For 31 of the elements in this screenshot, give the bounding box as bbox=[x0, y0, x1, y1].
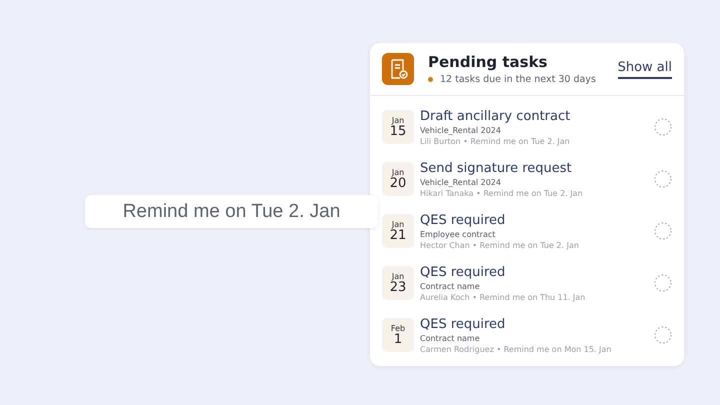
task-checkbox[interactable] bbox=[654, 274, 672, 292]
task-meta: Lili Burton • Remind me on Tue 2. Jan bbox=[420, 136, 571, 146]
task-checkbox[interactable] bbox=[654, 222, 672, 240]
task-checkbox[interactable] bbox=[654, 118, 672, 136]
task-meta: Aurelia Koch • Remind me on Thu 11. Jan bbox=[420, 292, 586, 302]
date-badge: Jan 23 bbox=[382, 266, 414, 300]
task-meta: Hikari Tanaka • Remind me on Tue 2. Jan bbox=[420, 188, 584, 198]
contract-name: Contract name bbox=[420, 282, 481, 290]
task-title[interactable]: QES required bbox=[420, 264, 648, 280]
card-subtitle: 12 tasks due in the next 30 days bbox=[440, 74, 596, 85]
task-title[interactable]: QES required bbox=[420, 212, 648, 228]
task-title[interactable]: Draft ancillary contract bbox=[420, 108, 648, 124]
contract-name: Vehicle_Rental 2024 bbox=[420, 178, 502, 186]
contract-name: Vehicle_Rental 2024 bbox=[420, 126, 502, 134]
show-all-link[interactable]: Show all bbox=[618, 60, 672, 78]
task-title[interactable]: Send signature request bbox=[420, 160, 648, 176]
date-badge: Jan 20 bbox=[382, 162, 414, 196]
document-check-icon bbox=[382, 53, 414, 85]
card-title: Pending tasks bbox=[428, 53, 548, 71]
task-title[interactable]: QES required bbox=[420, 316, 648, 332]
date-badge: Jan 15 bbox=[382, 110, 414, 144]
task-meta: Hector Chan • Remind me on Tue 2. Jan bbox=[420, 240, 580, 250]
date-badge: Jan 21 bbox=[382, 214, 414, 248]
date-badge: Feb 1 bbox=[382, 318, 414, 352]
task-checkbox[interactable] bbox=[654, 326, 672, 344]
task-meta: Carmen Rodriguez • Remind me on Mon 15. Jan bbox=[420, 344, 612, 354]
contract-name: Employee contract bbox=[420, 230, 496, 238]
status-dot bbox=[428, 77, 433, 82]
reminder-tooltip: Remind me on Tue 2. Jan bbox=[85, 195, 378, 228]
contract-name: Contract name bbox=[420, 334, 481, 342]
task-checkbox[interactable] bbox=[654, 170, 672, 188]
